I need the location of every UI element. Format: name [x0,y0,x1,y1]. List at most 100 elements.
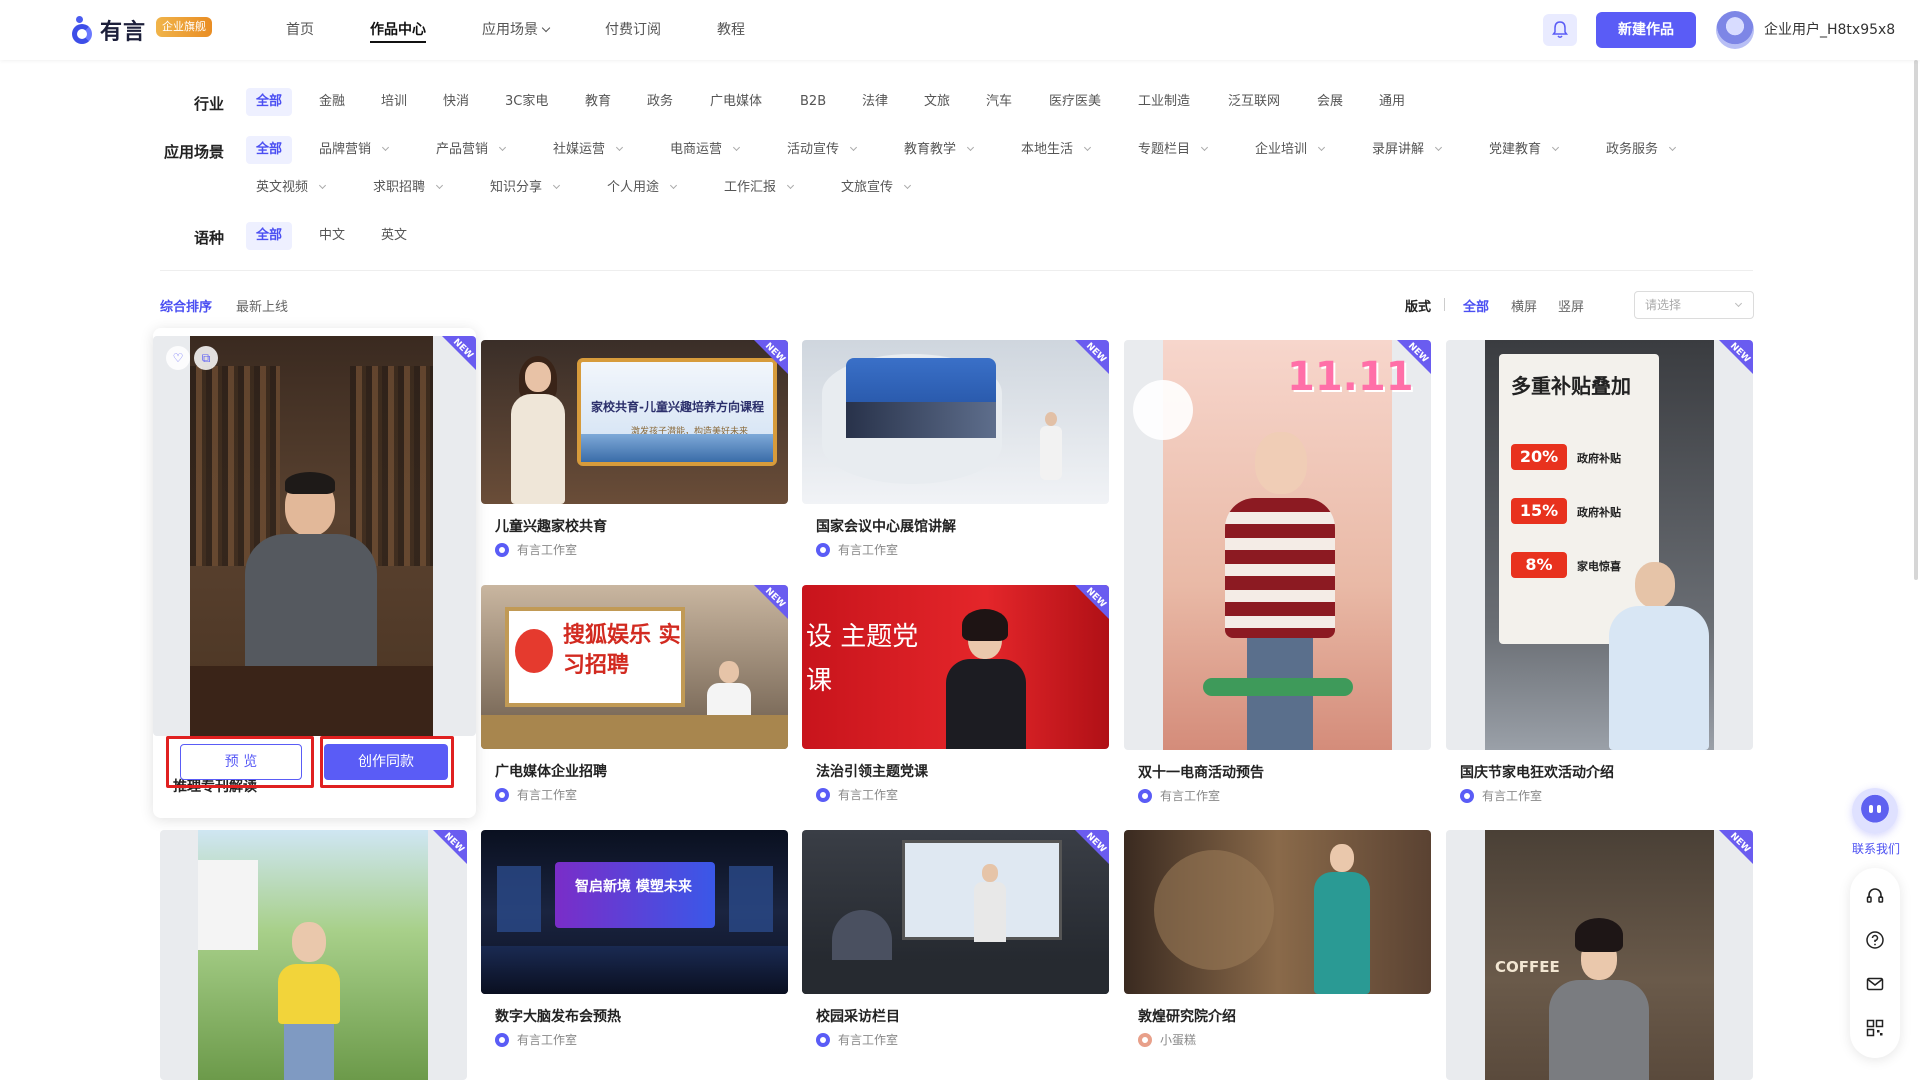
template-card[interactable]: 11.11 NEW 双十一电商活动预告 有言工作室 [1124,340,1431,810]
template-thumbnail[interactable]: 11.11 NEW [1124,340,1431,750]
qrcode-icon[interactable] [1865,1018,1885,1038]
format-all[interactable]: 全部 [1463,296,1489,315]
scene-chip[interactable]: 党建教育 [1479,136,1568,164]
template-card[interactable]: NEW 校园采访栏目 有言工作室 [802,830,1109,1054]
industry-chip[interactable]: 医疗医美 [1039,88,1111,116]
scene-chip[interactable]: 电商运营 [660,136,749,164]
template-card[interactable]: COFFEE NEW [1446,830,1753,1080]
template-thumbnail[interactable]: 多重补贴叠加 20% 政府补贴 15% 政府补贴 8% 家电惊喜 NEW [1446,340,1753,750]
industry-chip[interactable]: 工业制造 [1128,88,1200,116]
template-thumbnail[interactable] [1124,830,1431,994]
format-portrait[interactable]: 竖屏 [1558,296,1584,315]
scene-chip[interactable]: 教育教学 [894,136,983,164]
scene-chip[interactable]: 社媒运营 [543,136,632,164]
template-thumbnail[interactable]: NEW [802,340,1109,504]
scene-chip[interactable]: 本地生活 [1011,136,1100,164]
scene-chip[interactable]: 工作汇报 [714,174,803,202]
scene-chip[interactable]: 录屏讲解 [1362,136,1451,164]
sort-comprehensive[interactable]: 综合排序 [160,296,212,315]
scene-chip-label: 录屏讲解 [1372,142,1425,157]
template-thumbnail[interactable]: NEW [802,830,1109,994]
industry-chip[interactable]: 培训 [371,88,417,116]
industry-chip[interactable]: 泛互联网 [1218,88,1290,116]
industry-chip[interactable]: 通用 [1369,88,1415,116]
author-name: 有言工作室 [838,788,899,802]
scene-chip[interactable]: 企业培训 [1245,136,1334,164]
language-chip[interactable]: 中文 [309,222,355,250]
scene-chip[interactable]: 知识分享 [480,174,569,202]
template-card[interactable]: 多重补贴叠加 20% 政府补贴 15% 政府补贴 8% 家电惊喜 NEW 国庆节… [1446,340,1753,810]
language-chip[interactable]: 全部 [246,222,293,250]
nav-tutorial[interactable]: 教程 [717,0,745,60]
banner [198,860,258,950]
presenter-shirt [278,964,340,1024]
share-icon[interactable]: ⧉ [194,346,218,370]
scene-chip-label: 工作汇报 [724,180,777,195]
format-landscape[interactable]: 横屏 [1511,296,1537,315]
industry-chip[interactable]: 汽车 [976,88,1022,116]
industry-chip[interactable]: 金融 [309,88,355,116]
author-name: 有言工作室 [517,788,578,802]
template-card[interactable]: 敦煌研究院介绍 小蛋糕 [1124,830,1431,1054]
help-icon[interactable] [1865,930,1885,950]
scene-chip[interactable]: 活动宣传 [777,136,866,164]
scene-chip-label: 英文视频 [256,180,309,195]
chevron-down-icon [1668,143,1677,152]
sort-latest[interactable]: 最新上线 [236,296,288,315]
industry-chip[interactable]: 全部 [246,88,293,116]
scene-chip[interactable]: 政务服务 [1596,136,1685,164]
nav-home[interactable]: 首页 [286,0,314,60]
industry-chip[interactable]: 3C家电 [495,88,558,116]
industry-chip[interactable]: 会展 [1307,88,1353,116]
template-thumbnail[interactable]: NEW [153,336,476,736]
industry-chip[interactable]: 快消 [433,88,479,116]
template-card[interactable]: NEW [160,830,467,1080]
new-work-button[interactable]: 新建作品 [1596,12,1696,48]
industry-chip[interactable]: 文旅 [914,88,960,116]
scene-chip[interactable]: 全部 [246,136,293,164]
mail-icon[interactable] [1865,974,1885,994]
username[interactable]: 企业用户_H8tx95x8 [1764,0,1895,60]
template-card[interactable]: 设 主题党课 NEW 法治引领主题党课 有言工作室 [802,585,1109,809]
language-chip[interactable]: 英文 [371,222,417,250]
industry-chip[interactable]: 政务 [637,88,683,116]
scene-chip[interactable]: 求职招聘 [363,174,452,202]
board-wave [581,434,773,462]
author-avatar [816,542,830,557]
scene-chip[interactable]: 专题栏目 [1128,136,1217,164]
industry-chip[interactable]: 教育 [575,88,621,116]
headset-icon[interactable] [1865,886,1885,906]
template-card[interactable]: 智启新境 模塑未来 数字大脑发布会预热 有言工作室 [481,830,788,1054]
industry-chip[interactable]: B2B [790,88,836,116]
template-thumbnail[interactable]: 家校共育-儿童兴趣培养方向课程 激发孩子潜能，构造美好未来 NEW [481,340,788,504]
template-card[interactable]: 搜狐娱乐 实习招聘 NEW 广电媒体企业招聘 有言工作室 [481,585,788,809]
nav-works-center[interactable]: 作品中心 [370,0,426,60]
template-thumbnail[interactable]: COFFEE NEW [1446,830,1753,1080]
template-card[interactable]: 家校共育-儿童兴趣培养方向课程 激发孩子潜能，构造美好未来 NEW 儿童兴趣家校… [481,340,788,564]
scene-chip[interactable]: 个人用途 [597,174,686,202]
nav-scenes[interactable]: 应用场景 [482,0,551,60]
scene-chip[interactable]: 文旅宣传 [831,174,920,202]
author-name: 有言工作室 [1482,789,1543,803]
chevron-down-icon [1551,143,1560,152]
industry-chip[interactable]: 法律 [852,88,898,116]
scene-chip[interactable]: 品牌营销 [309,136,398,164]
nav-subscription[interactable]: 付费订阅 [605,0,661,60]
bell-icon[interactable] [1543,14,1577,46]
template-thumbnail[interactable]: 智启新境 模塑未来 [481,830,788,994]
template-thumbnail[interactable]: NEW [160,830,467,1080]
scrollbar[interactable] [1914,60,1918,580]
sort-select[interactable]: 请选择 [1634,291,1754,319]
card-title: 法治引领主题党课 [816,764,928,780]
avatar[interactable] [1716,11,1754,49]
template-card[interactable]: NEW 国家会议中心展馆讲解 有言工作室 [802,340,1109,564]
heart-icon[interactable]: ♡ [166,346,190,370]
side-screen [729,866,773,932]
scene-chip[interactable]: 英文视频 [246,174,335,202]
logo[interactable]: 有言 企业旗舰 [72,14,213,46]
scene-chip[interactable]: 产品营销 [426,136,515,164]
industry-chip[interactable]: 广电媒体 [700,88,772,116]
contact-widget[interactable]: 联系我们 [1846,788,1906,858]
template-thumbnail[interactable]: 设 主题党课 NEW [802,585,1109,749]
template-thumbnail[interactable]: 搜狐娱乐 实习招聘 NEW [481,585,788,749]
